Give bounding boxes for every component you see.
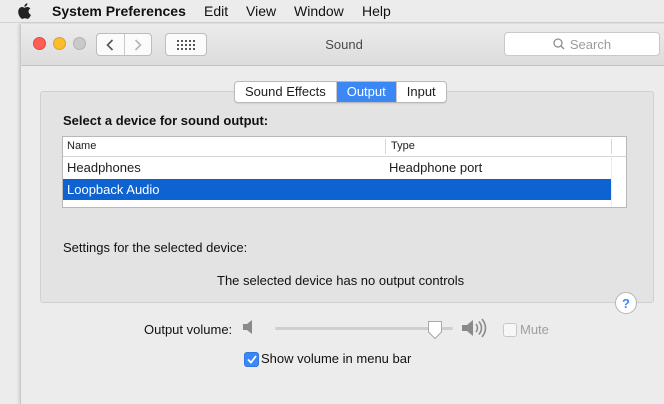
search-icon [553,38,565,50]
no-controls-message: The selected device has no output contro… [217,273,465,288]
speaker-high-icon [462,318,487,338]
show-all-button[interactable] [165,33,207,56]
output-device-table: Name Type Headphones Headphone port Loop… [62,136,627,208]
desktop-backdrop [0,23,20,384]
tab-input[interactable]: Input [395,82,446,102]
window-title: Sound [325,37,363,52]
speaker-low-icon [243,320,252,334]
search-placeholder: Search [569,36,612,52]
show-volume-checkbox[interactable] [244,352,259,367]
minimize-button[interactable] [53,37,66,50]
column-header-name[interactable]: Name [67,140,96,152]
show-volume-label: Show volume in menu bar [261,351,412,366]
menu-help[interactable]: Help [362,3,391,19]
back-button[interactable] [97,34,124,55]
column-divider[interactable] [611,139,612,154]
menu-window[interactable]: Window [294,3,344,19]
device-name: Loopback Audio [67,182,160,197]
title-bar[interactable]: Sound Search [21,24,664,66]
zoom-button[interactable] [73,37,86,50]
tab-output[interactable]: Output [335,82,396,102]
settings-label: Settings for the selected device: [63,240,248,255]
back-forward-group [96,33,152,56]
grid-icon [177,39,195,50]
device-type: Headphone port [389,160,483,175]
forward-button[interactable] [123,34,152,55]
tab-sound-effects[interactable]: Sound Effects [235,82,336,102]
tab-bar: Sound Effects Output Input [234,81,447,103]
sound-preferences-window: Sound Search Sound Effects Output Input … [20,24,664,404]
table-scrollbar[interactable] [611,157,626,207]
close-button[interactable] [33,37,46,50]
column-divider[interactable] [385,139,386,154]
chevron-right-icon [134,38,142,51]
table-row-selected[interactable]: Loopback Audio [63,179,611,200]
menu-edit[interactable]: Edit [204,3,228,19]
mute-checkbox[interactable] [503,323,517,337]
output-volume-label: Output volume: [144,322,233,337]
chevron-left-icon [106,38,114,51]
volume-slider-thumb[interactable] [427,320,443,340]
output-panel: Select a device for sound output: Name T… [40,91,654,314]
search-field[interactable]: Search [504,32,660,56]
column-header-type[interactable]: Type [391,140,415,152]
mute-label: Mute [520,322,549,337]
table-header: Name Type [63,137,626,157]
device-select-heading: Select a device for sound output: [63,113,269,128]
help-button[interactable]: ? [615,292,637,314]
device-name: Headphones [67,160,141,175]
checkmark-icon [246,355,257,364]
menu-app-name[interactable]: System Preferences [52,3,186,19]
menu-bar: System Preferences Edit View Window Help [0,0,664,23]
menu-view[interactable]: View [246,3,276,19]
table-row[interactable]: Headphones Headphone port [63,157,611,178]
apple-logo-icon[interactable] [17,3,31,19]
